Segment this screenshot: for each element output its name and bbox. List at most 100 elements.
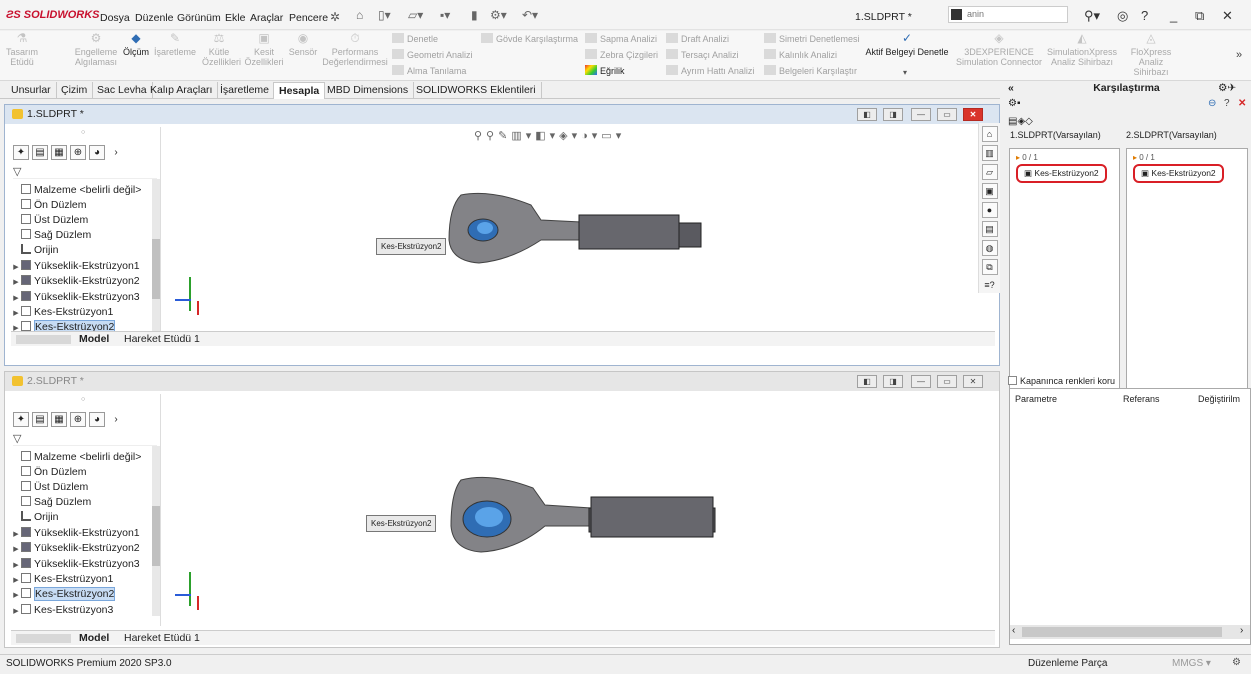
tree-item-boss-extrude1[interactable]: ▶ Yükseklik-Ekstrüzyon1 — [11, 259, 159, 274]
restore-window-icon[interactable]: ⧉ — [1195, 8, 1204, 24]
tab-navigation-arrows[interactable] — [16, 634, 71, 643]
tree-item-cut-extrude1[interactable]: ▶ Kes-Ekstrüzyon1 — [11, 572, 159, 587]
maximize-pane-icon[interactable]: ▭ — [937, 108, 957, 121]
help-circle-icon[interactable]: ? — [1224, 98, 1230, 109]
col-modified[interactable]: Değiştirilm — [1198, 394, 1250, 404]
minimize-window-icon[interactable]: _ — [1170, 8, 1177, 23]
compare-settings-icon[interactable]: ⚙▪ — [1008, 98, 1021, 109]
home-icon[interactable]: ⌂ — [356, 8, 363, 22]
tab-markup[interactable]: İşaretleme — [215, 82, 276, 99]
tree-scrollbar[interactable] — [152, 179, 160, 339]
open-icon[interactable]: ▱▾ — [408, 8, 423, 22]
tile-left-icon[interactable]: ◧ — [857, 375, 877, 388]
help-tab-icon[interactable]: ≡? — [982, 278, 998, 294]
configurationmanager-tab-icon[interactable]: ▦ — [51, 145, 67, 160]
save-icon[interactable]: ▪▾ — [440, 8, 450, 22]
help-icon[interactable]: ? — [1141, 8, 1148, 23]
tab-mold-tools[interactable]: Kalıp Araçları — [145, 82, 219, 99]
tab-sketch[interactable]: Çizim — [56, 82, 94, 99]
menu-tools[interactable]: Araçlar — [250, 12, 283, 24]
tree-item-top-plane[interactable]: Üst Düzlem — [11, 480, 159, 495]
design-study-button[interactable]: ⚗ Tasarım Etüdü — [4, 32, 40, 67]
user-account-icon[interactable]: ◎ — [1117, 8, 1128, 24]
thickness-analysis-button[interactable]: Kalınlık Analizi — [764, 49, 837, 60]
expand-arrow-icon[interactable]: ▶ — [11, 542, 21, 557]
graphics-area-1[interactable]: ⚲⚲✎▥▾◧▾◈▾◑▾▭▾ Kes-Ekstrüzyon2 — [161, 125, 981, 330]
units-selector[interactable]: MMGS ▾ — [1172, 658, 1211, 669]
geometry-analysis-button[interactable]: Geometri Analizi — [392, 49, 473, 60]
expand-arrow-icon[interactable]: ▶ — [11, 558, 21, 573]
menu-insert[interactable]: Ekle — [225, 12, 245, 24]
tree-item-cut-extrude1[interactable]: ▶ Kes-Ekstrüzyon1 — [11, 305, 159, 320]
options-gear-icon[interactable]: ⚙▾ — [490, 8, 507, 22]
maximize-pane-icon[interactable]: ▭ — [937, 375, 957, 388]
tree-item-boss-extrude3[interactable]: ▶ Yükseklik-Ekstrüzyon3 — [11, 557, 159, 572]
col1-feature-item[interactable]: ▣ Kes-Ekstrüzyon2 — [1016, 164, 1107, 183]
scrollbar-thumb[interactable] — [1022, 627, 1222, 637]
tree-item-right-plane[interactable]: Sağ Düzlem — [11, 495, 159, 510]
tree-filter[interactable]: ▽ — [13, 165, 157, 179]
tab-motion-study[interactable]: Hareket Etüdü 1 — [124, 632, 200, 644]
propertymanager-tab-icon[interactable]: ▤ — [32, 412, 48, 427]
section-properties-button[interactable]: ▣ Kesit Özellikleri — [244, 32, 284, 67]
undercut-analysis-button[interactable]: Tersaçı Analizi — [666, 49, 739, 60]
simulationxpress-button[interactable]: ◭ SimulationXpress Analiz Sihirbazı — [1046, 32, 1118, 67]
print-icon[interactable]: ▮ — [471, 8, 478, 22]
expand-arrow-icon[interactable]: ▶ — [11, 291, 21, 306]
compare-tools-icon[interactable]: ▤◈◇ — [1008, 116, 1033, 127]
expand-arrow-icon[interactable]: ▶ — [11, 604, 21, 619]
close-compare-icon[interactable]: ✕ — [1238, 98, 1246, 109]
expand-arrow-icon[interactable]: ▶ — [11, 275, 21, 290]
tree-scrollbar[interactable] — [152, 446, 160, 616]
expand-arrow-icon[interactable]: ▶ — [11, 260, 21, 275]
solidworks-logo[interactable]: ƧS SOLIDWORKS — [6, 9, 100, 21]
check-active-document-button[interactable]: ✓ Aktif Belgeyi Denetle — [862, 32, 952, 57]
compare-documents-button[interactable]: Belgeleri Karşılaştır — [764, 65, 857, 76]
body-compare-button[interactable]: Gövde Karşılaştırma — [481, 33, 578, 44]
tab-model[interactable]: Model — [79, 632, 109, 644]
propertymanager-tab-icon[interactable]: ▤ — [32, 145, 48, 160]
display-manager-tab-icon[interactable]: ◕ — [89, 145, 105, 160]
interference-detection-button[interactable]: ⚙ Engelleme Algılaması — [74, 32, 118, 67]
tree-splitter-handle[interactable]: ○ — [81, 396, 85, 403]
chevron-right-icon[interactable]: › — [108, 146, 124, 161]
draft-analysis-button[interactable]: Draft Analizi — [666, 33, 729, 44]
tab-motion-study[interactable]: Hareket Etüdü 1 — [124, 333, 200, 345]
tab-mbd-dimensions[interactable]: MBD Dimensions — [322, 82, 415, 99]
tab-navigation-arrows[interactable] — [16, 335, 71, 344]
tree-item-cut-extrude3[interactable]: ▶ Kes-Ekstrüzyon3 — [11, 603, 159, 618]
undo-icon[interactable]: ↶▾ — [522, 8, 538, 22]
scroll-left-icon[interactable]: ‹ — [1012, 625, 1015, 636]
check-button[interactable]: Denetle — [392, 33, 438, 44]
sensor-button[interactable]: ◉ Sensör — [287, 32, 319, 57]
tree-item-boss-extrude1[interactable]: ▶ Yükseklik-Ekstrüzyon1 — [11, 526, 159, 541]
scrollbar-thumb[interactable] — [152, 239, 160, 299]
tree-item-boss-extrude2[interactable]: ▶ Yükseklik-Ekstrüzyon2 — [11, 541, 159, 556]
status-options-icon[interactable]: ⚙ — [1232, 657, 1241, 668]
col2-feature-item[interactable]: ▣ Kes-Ekstrüzyon2 — [1133, 164, 1224, 183]
tree-item-cut-extrude2[interactable]: ▶ Kes-Ekstrüzyon2 — [11, 587, 159, 602]
view-palette-icon[interactable]: ▣ — [981, 183, 998, 199]
close-pane-icon[interactable]: ✕ — [963, 108, 983, 121]
expand-arrow-icon[interactable]: ▶ — [11, 306, 21, 321]
solidworks-resources-icon[interactable]: ⌂ — [981, 126, 998, 142]
scrollbar-thumb[interactable] — [152, 506, 160, 566]
appearances-icon[interactable]: ● — [981, 202, 998, 218]
measure-button[interactable]: ◆ Ölçüm — [121, 32, 151, 57]
keep-colors-checkbox[interactable]: Kapanınca renkleri koru — [1008, 376, 1115, 386]
tree-item-front-plane[interactable]: Ön Düzlem — [11, 465, 159, 480]
graphics-area-2[interactable]: Kes-Ekstrüzyon2 — [161, 392, 981, 627]
tree-item-origin[interactable]: Orijin — [11, 243, 159, 258]
deviation-analysis-button[interactable]: Sapma Analizi — [585, 33, 657, 44]
close-window-icon[interactable]: ✕ — [1222, 8, 1233, 24]
symmetry-check-button[interactable]: Simetri Denetlemesi — [764, 33, 860, 44]
zebra-stripes-button[interactable]: Zebra Çizgileri — [585, 49, 658, 60]
back-icon[interactable]: ⊖ — [1208, 98, 1216, 109]
parting-line-analysis-button[interactable]: Ayrım Hattı Analizi — [666, 65, 754, 76]
expand-arrow-icon[interactable]: ▶ — [11, 588, 21, 603]
dimxpert-tab-icon[interactable]: ⊕ — [70, 412, 86, 427]
performance-evaluation-button[interactable]: ⏱ Performans Değerlendirmesi — [322, 32, 388, 67]
floxpress-button[interactable]: ◬ FloXpress Analiz Sihirbazı — [1120, 32, 1182, 77]
tree-splitter-handle[interactable]: ○ — [81, 129, 85, 136]
pane-options-icon[interactable]: ⚙✈ — [1218, 82, 1236, 94]
